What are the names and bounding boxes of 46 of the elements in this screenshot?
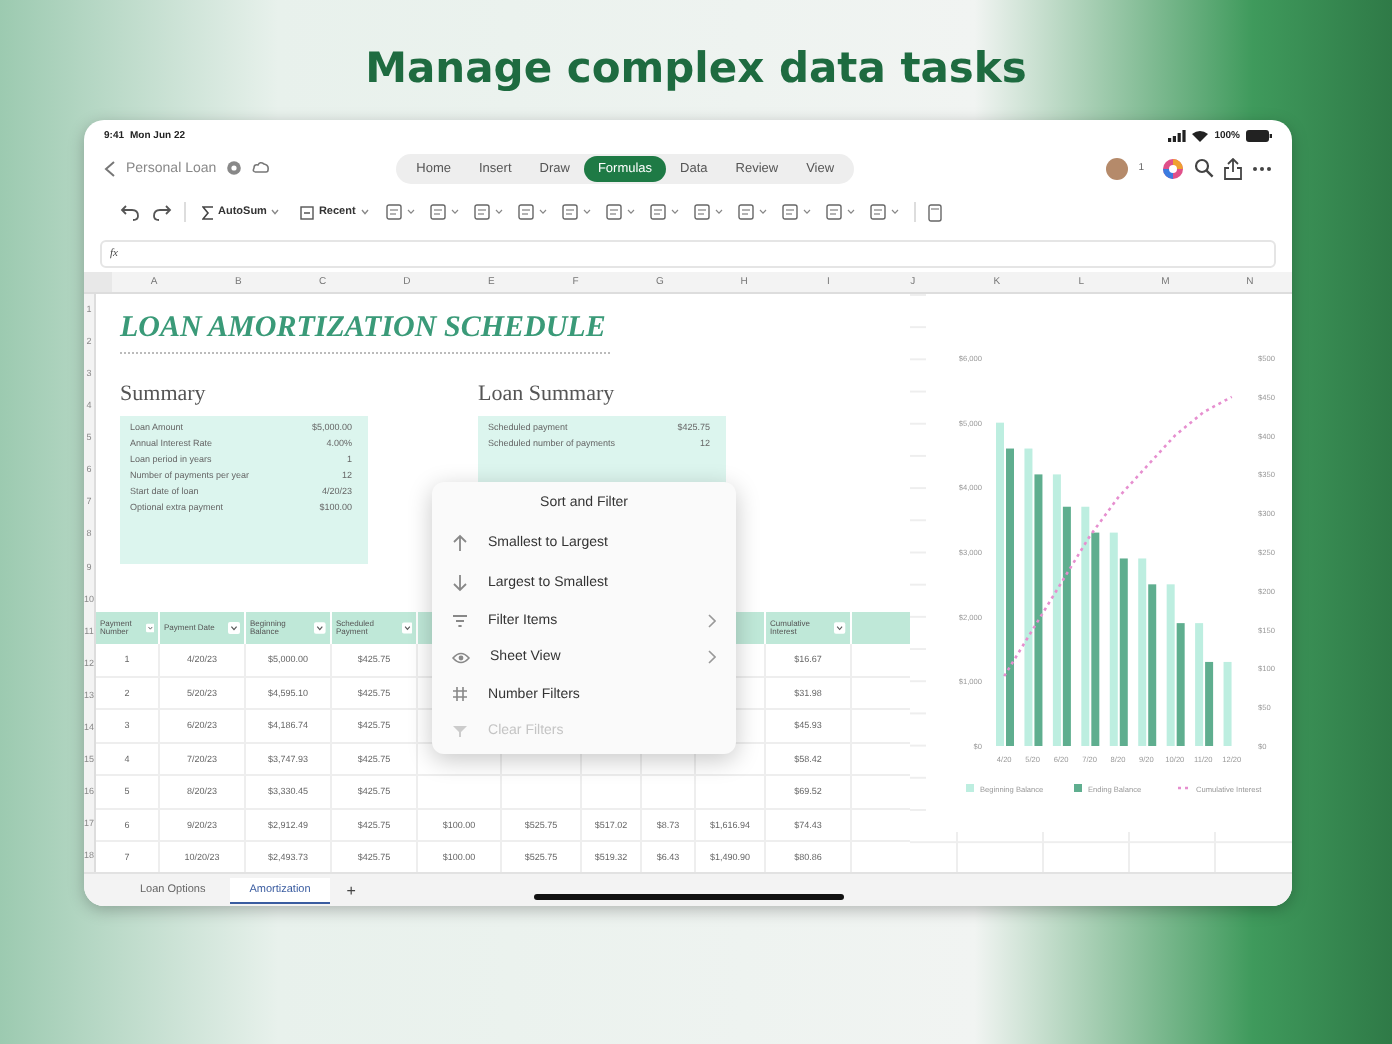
arrow-down-icon bbox=[452, 574, 469, 592]
hash-icon bbox=[452, 686, 469, 702]
clear-filter-icon bbox=[452, 724, 469, 738]
calculator-icon[interactable] bbox=[927, 203, 942, 221]
share-icon[interactable] bbox=[1224, 157, 1242, 179]
filter-dropdown-icon[interactable] bbox=[314, 622, 327, 634]
filter-dropdown-icon[interactable] bbox=[401, 622, 413, 634]
headline: Manage complex data tasks bbox=[365, 44, 1027, 92]
search-icon[interactable] bbox=[1194, 158, 1214, 178]
filter-icon bbox=[452, 614, 469, 628]
function-menu-icon[interactable] bbox=[473, 204, 506, 220]
filter-dropdown-icon[interactable] bbox=[228, 622, 241, 634]
function-menu-icon[interactable] bbox=[737, 204, 770, 220]
undo-icon[interactable] bbox=[120, 203, 140, 221]
section-heading: Loan Summary bbox=[478, 382, 617, 406]
wifi-icon bbox=[1192, 129, 1209, 141]
redo-icon[interactable] bbox=[152, 203, 172, 221]
avatar[interactable] bbox=[1106, 157, 1129, 179]
signal-icon bbox=[1168, 129, 1187, 141]
sheet-title: LOAN AMORTIZATION SCHEDULE bbox=[120, 312, 611, 354]
function-menu-icon[interactable] bbox=[517, 204, 550, 220]
function-menu-icon[interactable] bbox=[385, 204, 418, 220]
function-menu-icon[interactable] bbox=[781, 204, 814, 220]
arrow-up-icon bbox=[452, 534, 469, 552]
caret-icon bbox=[359, 208, 370, 216]
more-icon[interactable] bbox=[1252, 165, 1272, 171]
function-menu-icon[interactable] bbox=[869, 204, 902, 220]
eye-icon bbox=[452, 651, 471, 663]
function-menu-icon[interactable] bbox=[605, 204, 638, 220]
function-menu-icon[interactable] bbox=[825, 204, 858, 220]
function-menu-icon[interactable] bbox=[561, 204, 594, 220]
gear-icon[interactable] bbox=[226, 160, 243, 176]
document-icon bbox=[300, 205, 315, 219]
filter-dropdown-icon[interactable] bbox=[834, 622, 847, 634]
back-icon[interactable] bbox=[104, 159, 116, 177]
caret-icon bbox=[270, 208, 281, 216]
function-menu-icon[interactable] bbox=[649, 204, 682, 220]
filter-dropdown-icon[interactable] bbox=[145, 622, 155, 634]
section-heading: Summary bbox=[120, 382, 208, 406]
chart-bar bbox=[1223, 661, 1232, 746]
sigma-icon bbox=[202, 205, 214, 219]
function-menu-icon[interactable] bbox=[693, 204, 726, 220]
battery-icon bbox=[1246, 129, 1272, 141]
add-sheet-button[interactable]: + bbox=[334, 881, 368, 899]
function-menu-icon[interactable] bbox=[429, 204, 462, 220]
cloud-icon[interactable] bbox=[252, 160, 271, 176]
